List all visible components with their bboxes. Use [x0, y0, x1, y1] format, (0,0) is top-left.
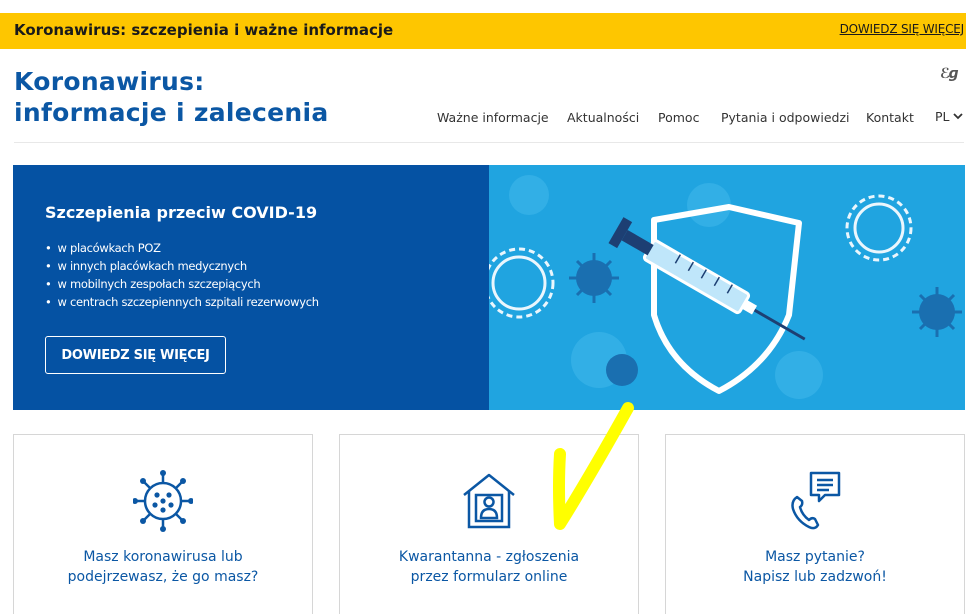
card-label: Masz koronawirusa lub podejrzewasz, że g… [67, 549, 259, 585]
chevron-down-icon[interactable] [952, 110, 964, 122]
nav-item-kontakt[interactable]: Kontakt [866, 110, 914, 125]
nav-item-wazne-informacje[interactable]: Ważne informacje [437, 110, 549, 125]
card-kontakt[interactable]: Masz pytanie? Napisz lub zadzwoń! [665, 434, 965, 614]
phone-chat-icon [791, 471, 841, 530]
card-label: Kwarantanna - zgłoszenia przez formularz… [398, 549, 580, 585]
card-koronawirus[interactable]: Masz koronawirusa lub podejrzewasz, że g… [13, 434, 313, 614]
syringe-shield-virus-illustration [489, 165, 965, 410]
hero-bullet: w centrach szczepiennych szpitali rezerw… [45, 293, 319, 311]
hero-bullet: w placówkach POZ [45, 239, 319, 257]
header-divider [14, 142, 964, 143]
house-person-icon [463, 473, 515, 529]
card-label: Masz pytanie? Napisz lub zadzwoń! [743, 549, 887, 585]
site-title-line1: Koronawirus: [14, 67, 205, 96]
hero-bullet: w innych placówkach medycznych [45, 257, 319, 275]
nav-item-pomoc[interactable]: Pomoc [658, 110, 699, 125]
nav-item-pytania[interactable]: Pytania i odpowiedzi [721, 110, 850, 125]
site-title[interactable]: Koronawirus: informacje i zalecenia [14, 66, 329, 128]
top-banner-link[interactable]: DOWIEDZ SIĘ WIĘCEJ [840, 22, 965, 36]
hero-title: Szczepienia przeciw COVID-19 [45, 203, 318, 222]
card-kwarantanna[interactable]: Kwarantanna - zgłoszenia przez formularz… [339, 434, 639, 614]
hero-bullet-list: w placówkach POZ w innych placówkach med… [45, 239, 319, 311]
site-title-line2: informacje i zalecenia [14, 98, 329, 127]
language-selector[interactable]: PL [935, 109, 950, 124]
virus-icon [133, 470, 193, 532]
hero-banner: Szczepienia przeciw COVID-19 w placówkac… [13, 165, 965, 410]
hero-bullet: w mobilnych zespołach szczepiących [45, 275, 319, 293]
top-banner-title: Koronawirus: szczepienia i ważne informa… [14, 21, 394, 39]
top-banner: Koronawirus: szczepienia i ważne informa… [0, 13, 966, 49]
sign-language-icon[interactable]: ℰɡ [940, 66, 958, 82]
nav-item-aktualnosci[interactable]: Aktualności [567, 110, 639, 125]
hero-more-button[interactable]: DOWIEDZ SIĘ WIĘCEJ [45, 336, 226, 374]
